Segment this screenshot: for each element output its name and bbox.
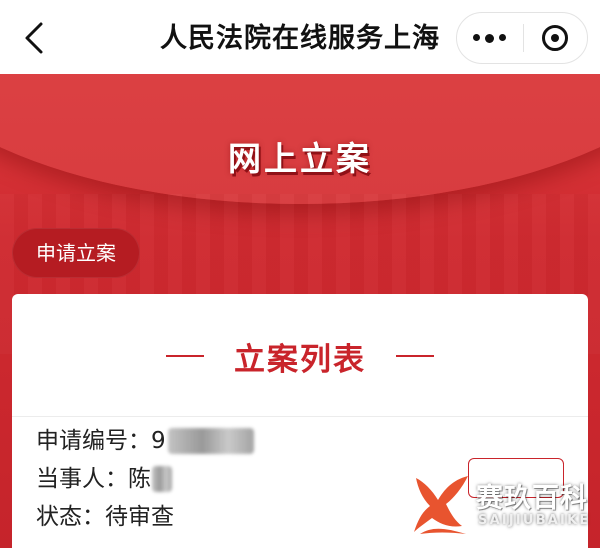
party-value: 陈	[128, 466, 151, 492]
banner-title: 网上立案	[228, 139, 372, 178]
redacted-party-name	[152, 466, 172, 492]
party-row: 当事人： 陈	[36, 460, 416, 498]
party-label: 当事人：	[36, 466, 128, 492]
status-label: 状态：	[36, 504, 105, 530]
page-title: 人民法院在线服务上海	[160, 23, 440, 54]
case-item[interactable]: 申请编号： 9 当事人： 陈 状态： 待审查	[36, 422, 416, 536]
target-close-icon	[542, 25, 569, 51]
apply-case-button[interactable]: 申请立案	[12, 228, 140, 278]
card-title: 立案列表	[234, 341, 366, 378]
status-value: 待审查	[105, 504, 174, 530]
chevron-left-icon	[25, 22, 43, 54]
miniprogram-capsule	[456, 12, 588, 64]
card-header: 立案列表	[12, 294, 588, 418]
case-number-row: 申请编号： 9	[36, 422, 416, 460]
close-miniprogram-button[interactable]	[524, 12, 588, 64]
card-divider	[12, 416, 588, 417]
more-button[interactable]	[457, 12, 523, 64]
watermark-text: 赛玖百科	[476, 483, 588, 514]
whale-tail-logo-icon	[414, 476, 468, 534]
case-number-value: 9	[151, 428, 166, 454]
back-button[interactable]	[14, 16, 54, 60]
top-navbar: 人民法院在线服务上海	[0, 0, 600, 74]
more-dots-icon	[473, 33, 507, 43]
title-dash-right	[396, 355, 434, 357]
watermark-subtext: SAIJIUBAIKE	[478, 513, 591, 528]
redacted-case-number	[167, 428, 254, 454]
title-dash-left	[166, 355, 204, 357]
watermark: 赛玖百科 SAIJIUBAIKE	[410, 468, 594, 540]
status-row: 状态： 待审查	[36, 498, 416, 536]
case-number-label: 申请编号：	[36, 428, 151, 454]
